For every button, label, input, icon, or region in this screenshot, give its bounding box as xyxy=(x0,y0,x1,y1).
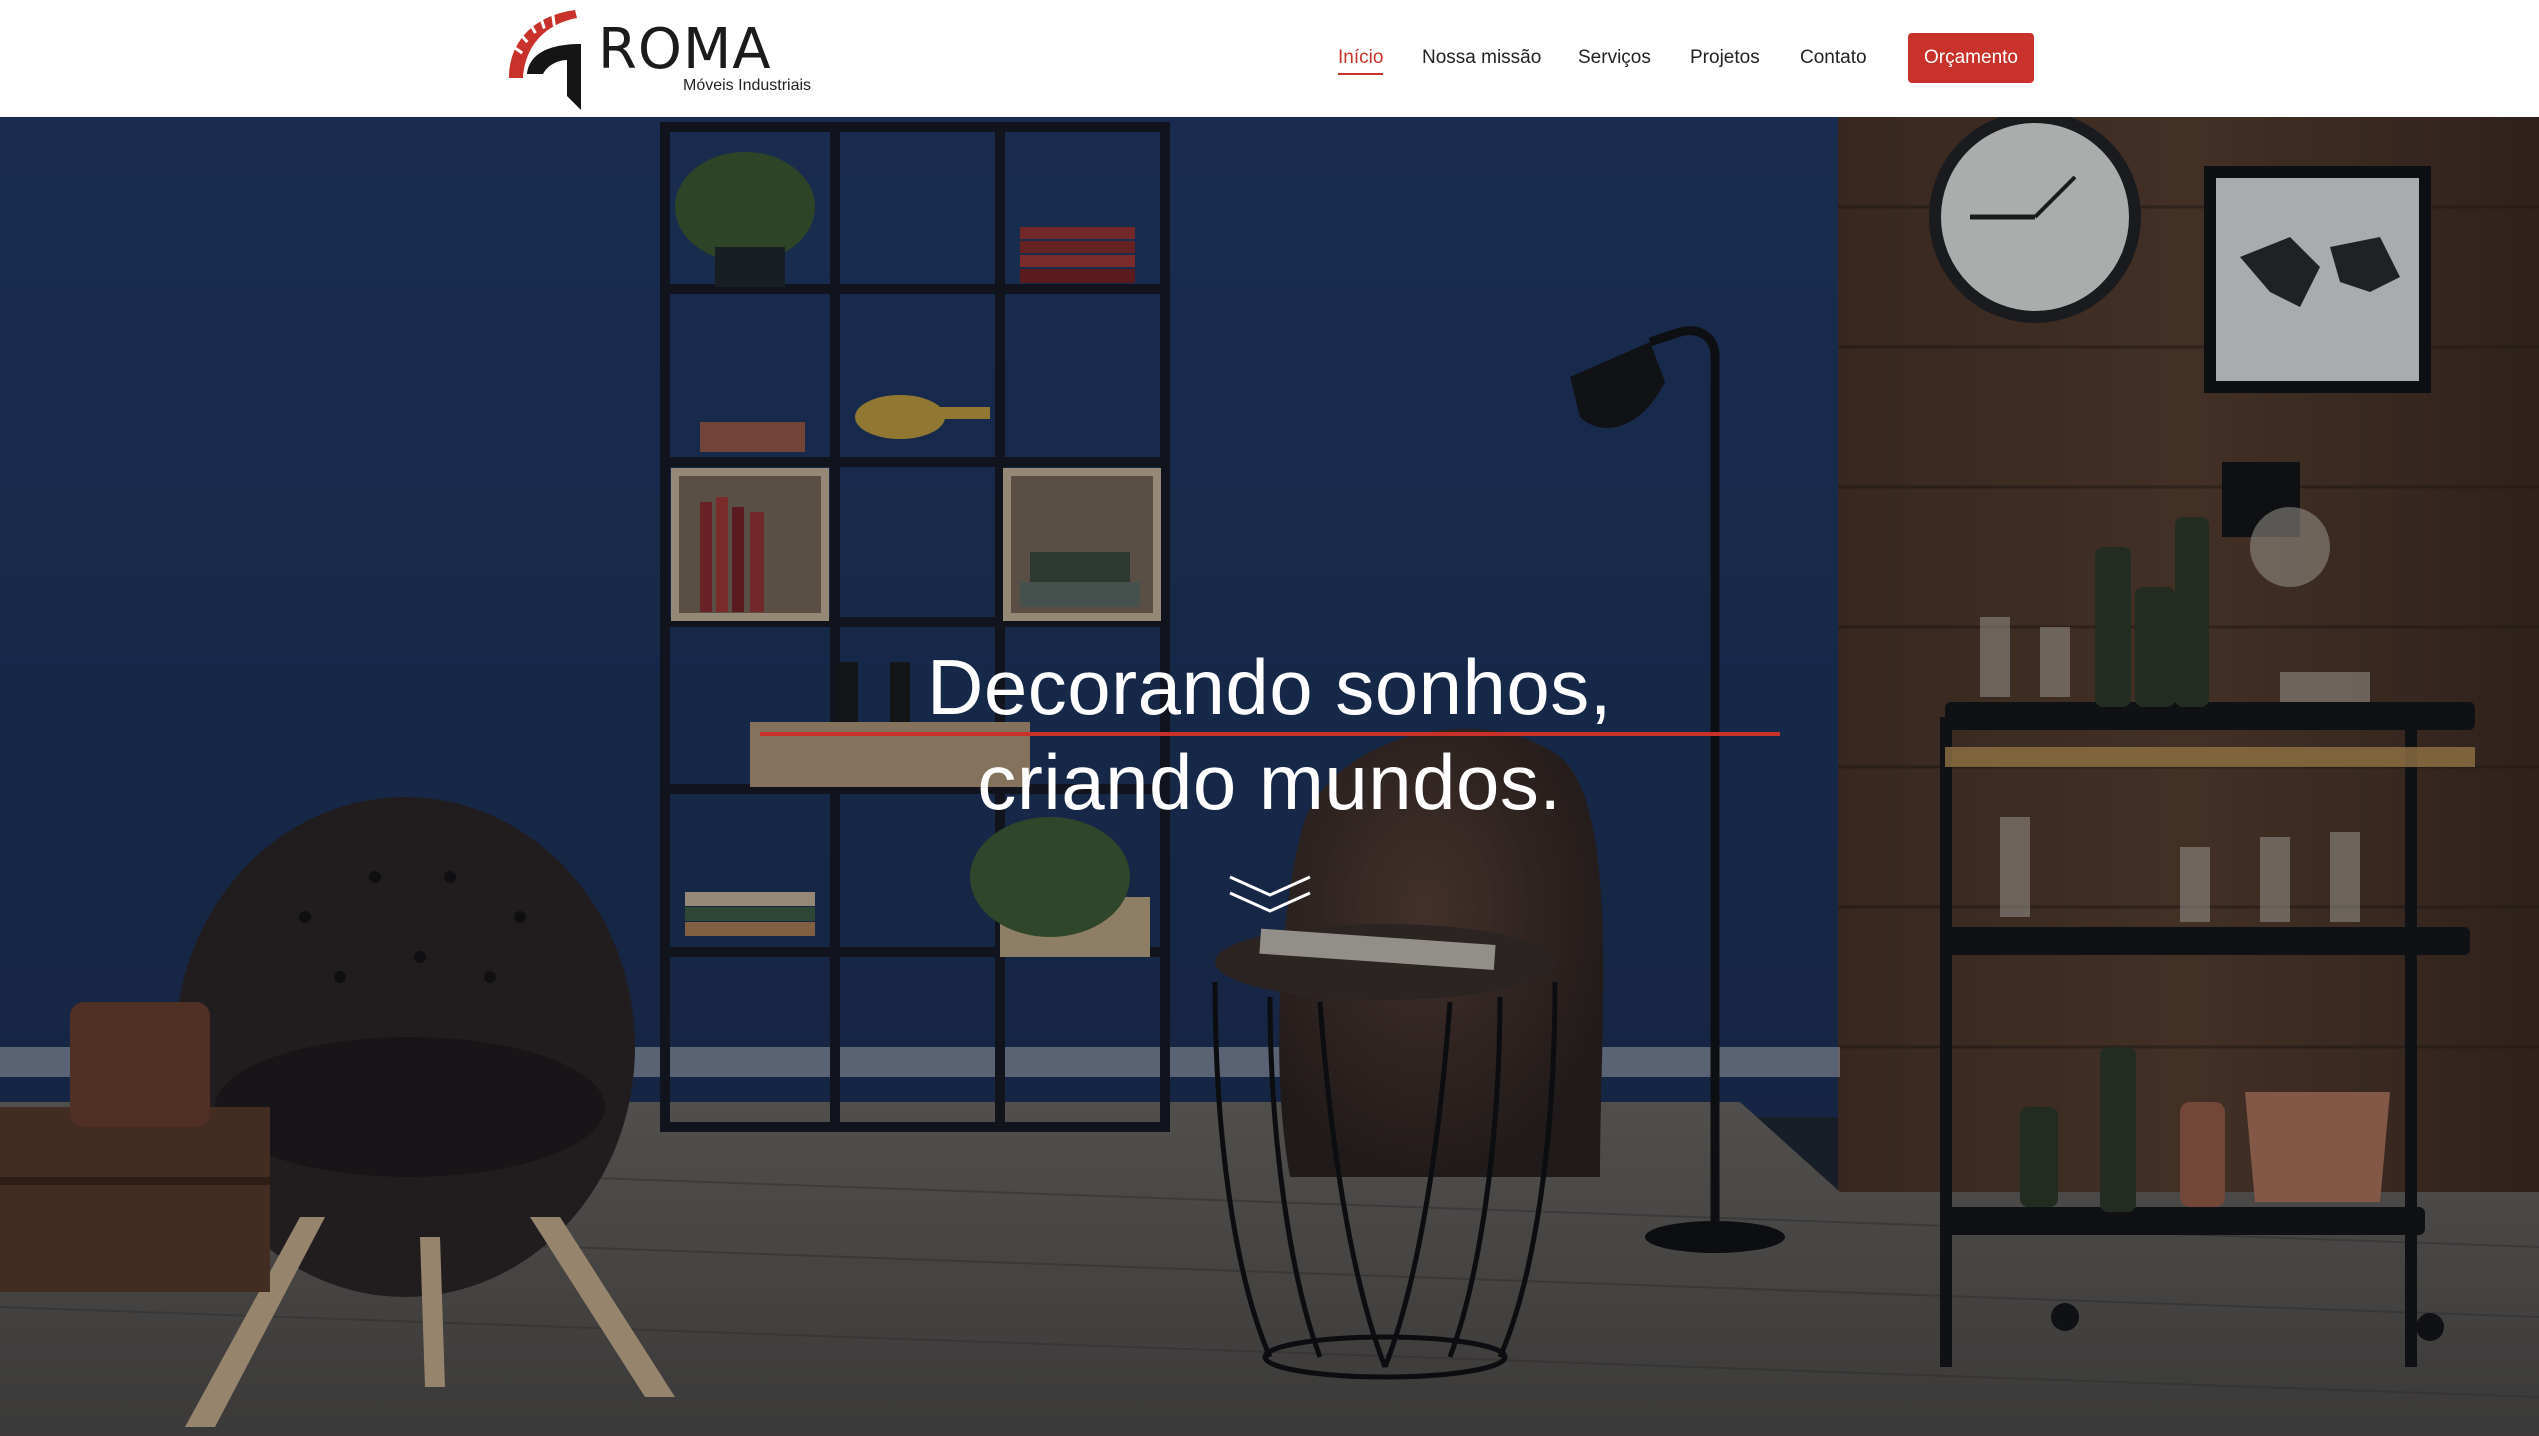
nav-item-label: Projetos xyxy=(1690,47,1760,68)
nav-item-label: Nossa missão xyxy=(1422,47,1542,68)
active-indicator xyxy=(1338,73,1384,75)
nav-item-nossa-missao[interactable]: Nossa missão xyxy=(1422,46,1541,70)
spartan-helmet-icon xyxy=(509,10,581,110)
hero-headline-line2: criando mundos. xyxy=(977,738,1562,826)
orcamento-button[interactable]: Orçamento xyxy=(1908,33,2034,83)
double-chevron-down-icon[interactable] xyxy=(1228,873,1312,917)
nav-item-contato[interactable]: Contato xyxy=(1800,46,1867,70)
brand-name: ROMA xyxy=(598,17,772,82)
nav-item-servicos[interactable]: Serviços xyxy=(1578,46,1651,70)
nav-item-label: Serviços xyxy=(1578,47,1651,68)
site-header: ROMA Móveis Industriais Início Nossa mis… xyxy=(0,0,2539,117)
brand-tagline: Móveis Industriais xyxy=(683,77,812,94)
nav-item-label: Início xyxy=(1338,47,1384,68)
nav-item-projetos[interactable]: Projetos xyxy=(1690,46,1760,70)
logo-link[interactable]: ROMA Móveis Industriais xyxy=(505,8,825,110)
nav-item-label: Contato xyxy=(1800,47,1867,68)
hero-section: Decorando sonhos, criando mundos. xyxy=(0,117,2539,1436)
hero-headline-line1: Decorando sonhos, xyxy=(927,643,1612,731)
nav-item-inicio[interactable]: Início xyxy=(1338,46,1384,75)
